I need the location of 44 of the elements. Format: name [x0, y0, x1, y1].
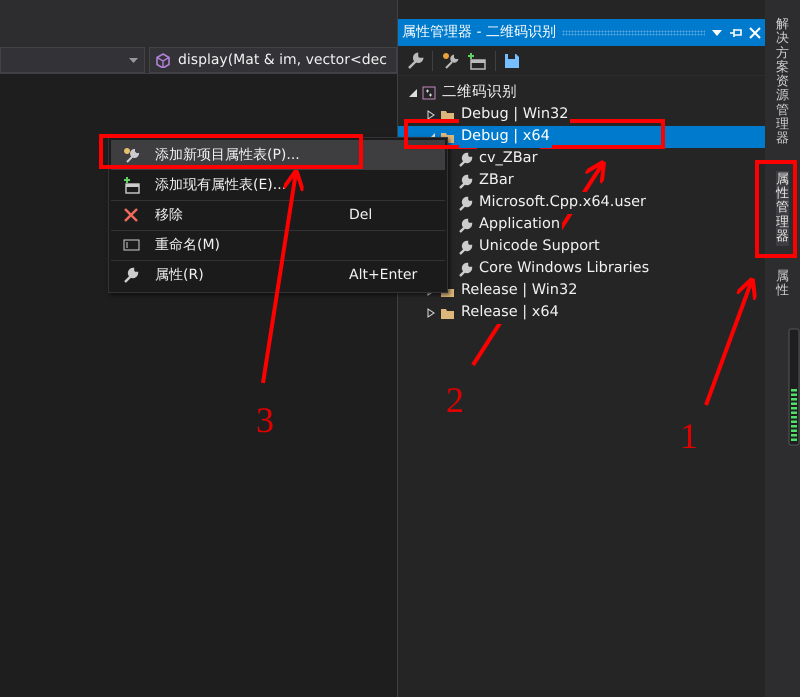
- delete-icon: [122, 207, 140, 224]
- menu-item[interactable]: 添加现有属性表(E)...: [111, 170, 445, 200]
- wrench-icon: [458, 174, 473, 188]
- menu-item[interactable]: 重命名(M): [111, 230, 445, 260]
- wrench-icon: [458, 262, 473, 276]
- menu-item[interactable]: 属性(R) Alt+Enter: [111, 260, 445, 290]
- tree-item[interactable]: Release | x64: [459, 302, 561, 324]
- wrench-icon[interactable]: [406, 52, 424, 70]
- panel-title: 属性管理器 - 二维码识别: [402, 23, 556, 42]
- project-icon: [422, 86, 436, 100]
- member-dropdown[interactable]: display(Mat & im, vector<dec: [149, 47, 397, 73]
- new-sheet-icon[interactable]: [441, 52, 459, 70]
- side-tab[interactable]: 属性管理器: [776, 170, 789, 246]
- collapsed-arrow-icon[interactable]: [426, 308, 436, 318]
- folder-icon: [440, 306, 455, 320]
- tree-item[interactable]: Unicode Support: [477, 236, 602, 258]
- collapsed-arrow-icon[interactable]: [426, 110, 436, 120]
- dropdown-icon[interactable]: [711, 28, 723, 36]
- save-icon[interactable]: [504, 52, 520, 68]
- tree-item[interactable]: Application: [477, 214, 562, 236]
- tree-item[interactable]: Debug | Win32: [459, 104, 570, 126]
- wrench-icon: [458, 152, 473, 166]
- folder-icon: [440, 108, 455, 122]
- annotation-number: 3: [256, 402, 274, 438]
- caret-icon: [129, 58, 138, 62]
- close-icon[interactable]: [749, 26, 761, 38]
- menu-item[interactable]: 移除 Del: [111, 200, 445, 230]
- wrench-icon: [458, 218, 473, 232]
- tree-item[interactable]: Core Windows Libraries: [477, 258, 652, 280]
- tree-item[interactable]: Microsoft.Cpp.x64.user: [477, 192, 648, 214]
- wrench-icon: [458, 240, 473, 254]
- add-sheet-icon[interactable]: [467, 52, 487, 70]
- annotation-number: 1: [680, 418, 698, 454]
- method-icon: [156, 52, 170, 68]
- wrench-icon: [458, 196, 473, 210]
- tree-item[interactable]: Release | Win32: [459, 280, 580, 302]
- annotation-number: 2: [446, 382, 464, 418]
- new-sheet-icon: [122, 147, 140, 164]
- expanded-arrow-icon[interactable]: [408, 88, 418, 98]
- add-sheet-icon: [122, 177, 140, 194]
- wrench-icon: [122, 267, 140, 284]
- side-tab[interactable]: 属性: [776, 268, 789, 301]
- side-tab[interactable]: 解决方案资源管理器: [776, 16, 789, 149]
- pin-icon[interactable]: [729, 26, 743, 38]
